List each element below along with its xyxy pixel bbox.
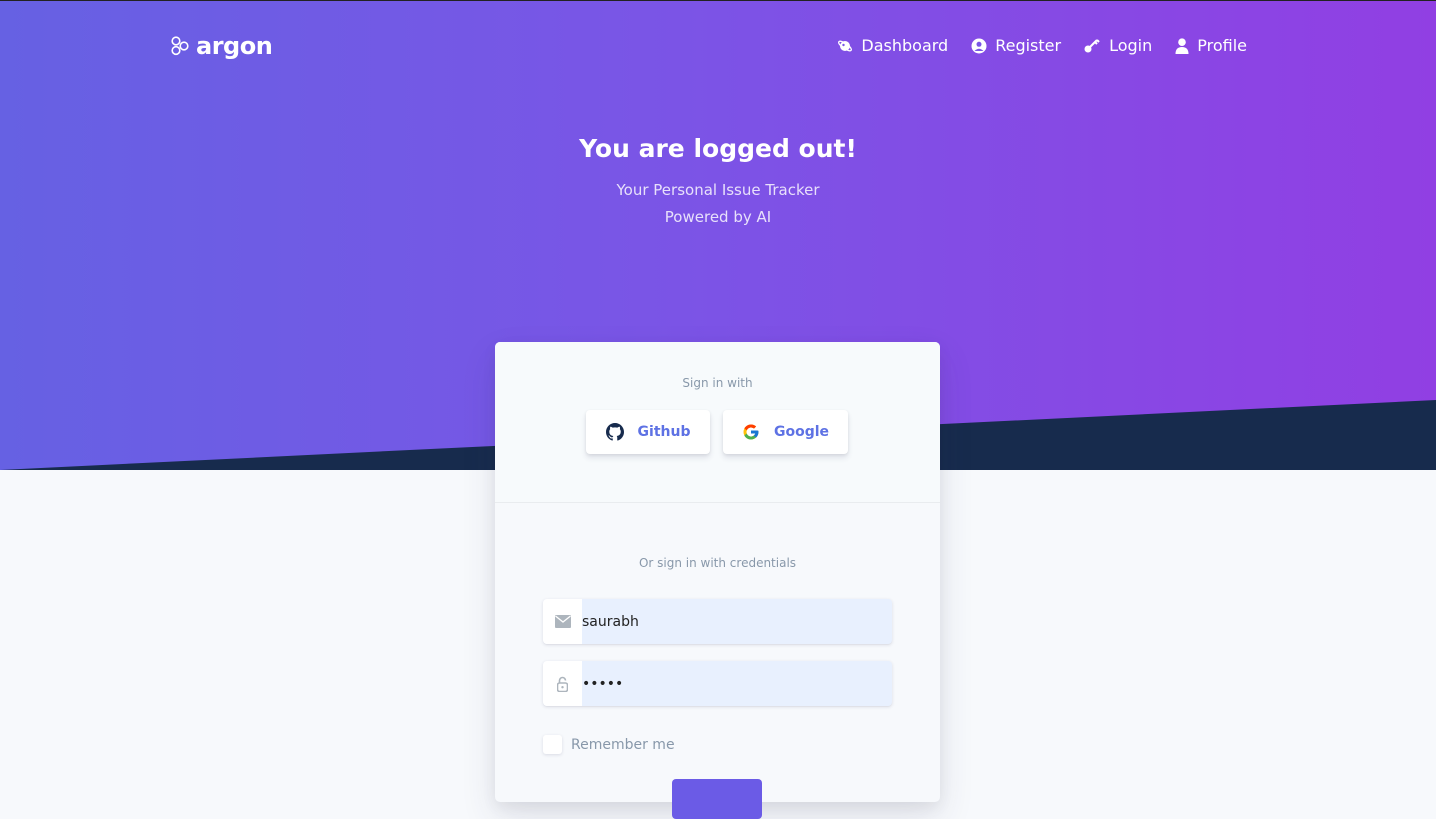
password-field (543, 661, 892, 706)
argon-logo-icon (171, 36, 189, 56)
page-title: You are logged out! (579, 134, 857, 163)
github-button-label: Github (637, 424, 691, 440)
planet-icon (838, 40, 853, 52)
github-icon (605, 423, 624, 441)
nav-login-link[interactable]: Login (1084, 34, 1152, 58)
google-icon (743, 424, 759, 440)
nav-profile-label: Profile (1197, 36, 1247, 55)
password-input[interactable] (582, 661, 882, 706)
remember-me: Remember me (543, 735, 675, 754)
github-button[interactable]: Github (586, 410, 710, 454)
username-field (543, 599, 892, 644)
navbar: argon Dashboard Register Login Profile (0, 34, 1436, 60)
sign-in-button[interactable] (672, 779, 762, 819)
sign-in-with-label: Sign in with (682, 376, 753, 390)
email-addon (543, 599, 582, 644)
nav-register-link[interactable]: Register (971, 34, 1061, 58)
nav-profile-link[interactable]: Profile (1175, 34, 1247, 58)
nav-dashboard-label: Dashboard (861, 36, 949, 55)
remember-me-checkbox[interactable] (543, 735, 562, 754)
nav-links: Dashboard Register Login Profile (814, 34, 1247, 58)
brand-logo[interactable]: argon (170, 32, 273, 60)
brand-name: argon (196, 32, 273, 60)
nav-login-label: Login (1109, 36, 1153, 55)
email-icon (554, 615, 571, 628)
google-button-label: Google (773, 424, 830, 440)
google-button[interactable]: Google (723, 410, 848, 454)
login-card: Sign in with Github Google Or sign in wi… (495, 342, 940, 819)
user-icon (1175, 38, 1189, 54)
nav-dashboard-link[interactable]: Dashboard (837, 34, 948, 58)
username-input[interactable] (582, 599, 882, 644)
hero-subtitle-line1: Your Personal Issue Tracker (616, 181, 820, 199)
remember-me-label: Remember me (571, 736, 675, 753)
credentials-label: Or sign in with credentials (638, 556, 797, 570)
user-circle-icon (971, 38, 987, 54)
nav-register-label: Register (995, 36, 1062, 55)
password-addon (543, 661, 582, 706)
lock-icon (557, 676, 568, 692)
social-login-section: Sign in with Github Google (495, 342, 940, 503)
key-icon (1084, 39, 1100, 53)
hero-subtitle-line2: Powered by AI (664, 208, 772, 226)
